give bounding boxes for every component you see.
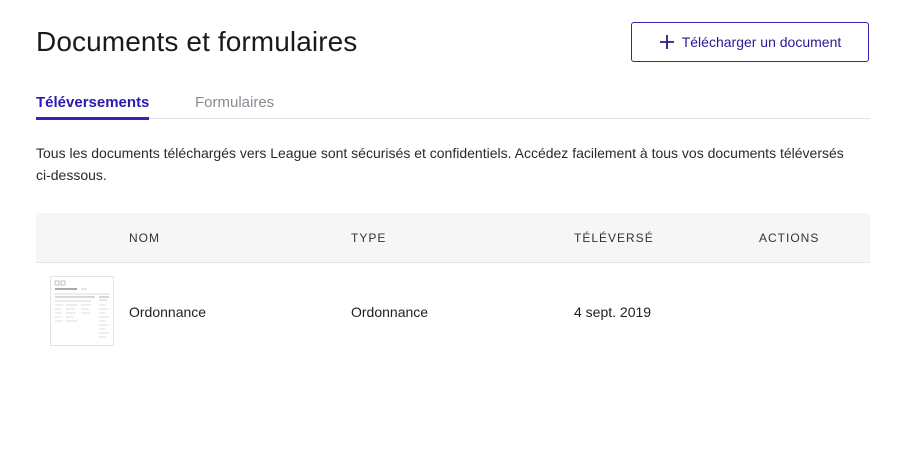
document-type: Ordonnance	[351, 304, 429, 320]
document-uploaded-date: 4 sept. 2019	[574, 304, 652, 320]
documents-table: NOM TYPE TÉLÉVERSÉ ACTIONS Ordonnance Or…	[36, 213, 870, 361]
table-row[interactable]: Ordonnance Ordonnance 4 sept. 2019	[36, 263, 870, 361]
document-name[interactable]: Ordonnance	[129, 304, 206, 320]
column-header-name[interactable]: NOM	[129, 231, 160, 245]
document-thumbnail[interactable]	[50, 276, 114, 346]
table-header: NOM TYPE TÉLÉVERSÉ ACTIONS	[36, 213, 870, 263]
tab-bar: Téléversements Formulaires	[36, 90, 870, 120]
upload-document-label: Télécharger un document	[681, 34, 842, 50]
tab-forms[interactable]: Formulaires	[195, 94, 274, 117]
page-title: Documents et formulaires	[36, 26, 358, 57]
plus-icon	[659, 34, 675, 50]
column-header-actions: ACTIONS	[759, 231, 820, 245]
column-header-type[interactable]: TYPE	[351, 231, 386, 245]
upload-document-button[interactable]: Télécharger un document	[631, 22, 869, 62]
tab-uploads[interactable]: Téléversements	[36, 94, 150, 120]
column-header-uploaded[interactable]: TÉLÉVERSÉ	[574, 231, 654, 245]
description-text: Tous les documents téléchargés vers Leag…	[36, 145, 844, 183]
